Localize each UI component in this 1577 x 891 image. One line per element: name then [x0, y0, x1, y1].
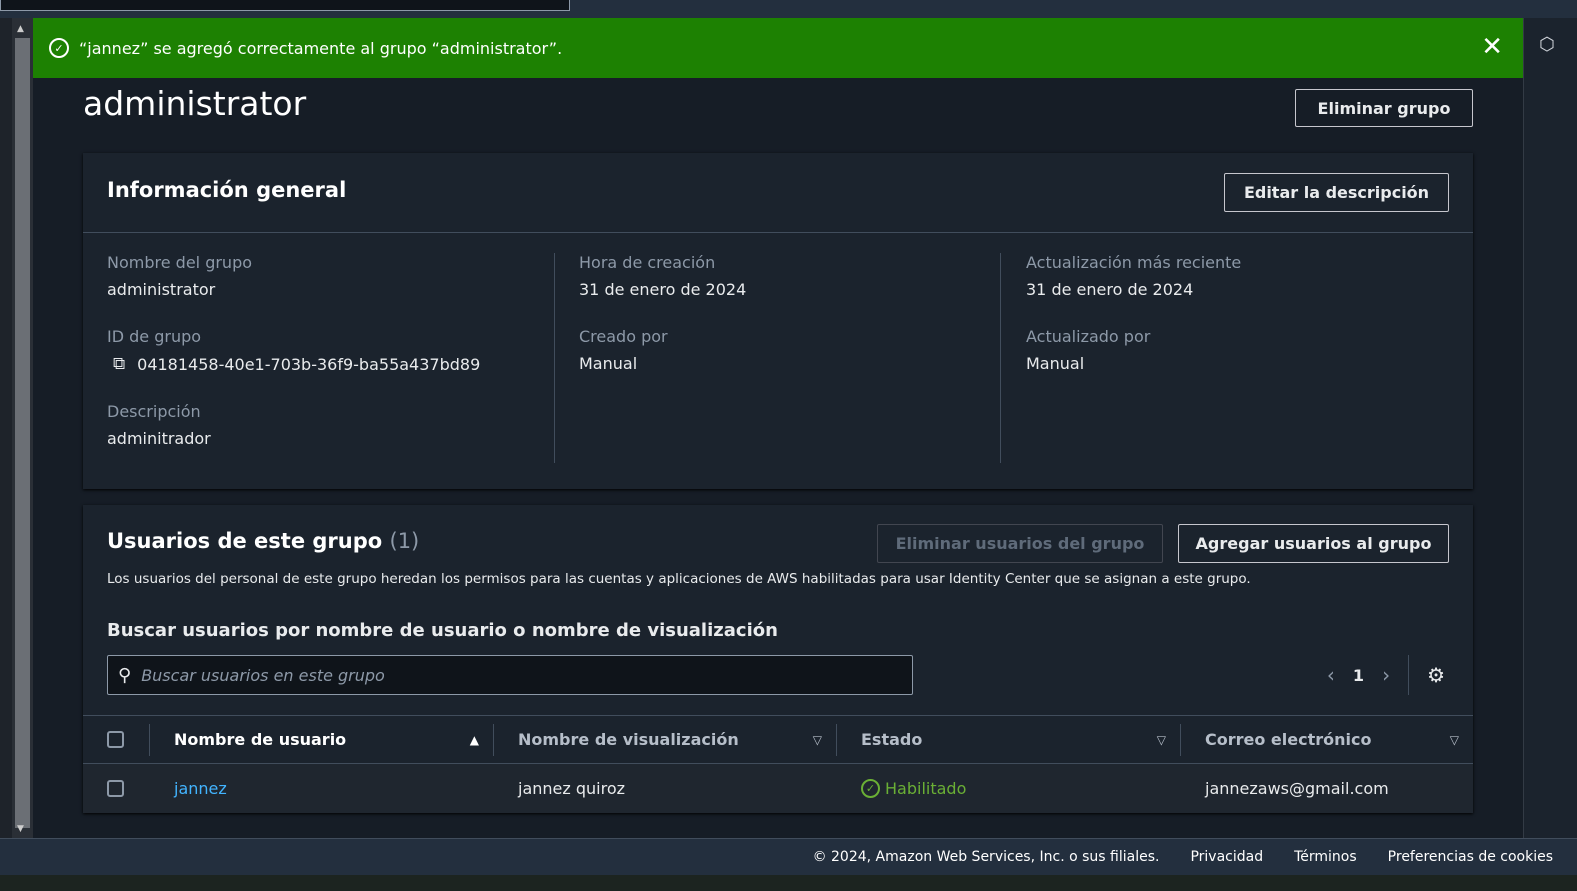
close-icon[interactable]: ✕ [1481, 32, 1503, 62]
flash-message: “jannez” se agregó correctamente al grup… [79, 38, 563, 58]
next-page-icon[interactable]: › [1382, 663, 1390, 687]
table-row: jannez jannez quiroz ✓ Habilitado janneza… [83, 764, 1473, 813]
info-panel-icon[interactable]: ⬡ [1539, 34, 1559, 55]
delete-group-button[interactable]: Eliminar grupo [1295, 89, 1473, 127]
column-username[interactable]: Nombre de usuario ▲ [149, 723, 493, 756]
updated-label: Actualización más reciente [1026, 253, 1242, 272]
column-separator [1000, 253, 1001, 463]
group-name-label: Nombre del grupo [107, 253, 253, 272]
created-by-value: Manual [579, 354, 638, 373]
current-page[interactable]: 1 [1353, 666, 1364, 685]
top-nav-bar [0, 0, 1577, 18]
top-search-input[interactable] [0, 0, 570, 11]
created-label: Hora de creación [579, 253, 716, 272]
scrollbar[interactable]: ▲ ▼ [12, 18, 33, 838]
general-info-title: Información general [107, 178, 347, 202]
sort-icon[interactable]: ▽ [1450, 733, 1459, 747]
prev-page-icon[interactable]: ‹ [1327, 663, 1335, 687]
scroll-down-icon[interactable]: ▼ [17, 824, 24, 834]
pagination: ‹ 1 › ⚙ [1327, 655, 1445, 695]
divider [83, 232, 1473, 233]
column-status[interactable]: Estado ▽ [836, 723, 1180, 756]
status-text: Habilitado [885, 779, 967, 798]
remove-users-button[interactable]: Eliminar usuarios del grupo [877, 524, 1163, 563]
search-box[interactable]: ⚲ [107, 655, 913, 695]
add-users-button[interactable]: Agregar usuarios al grupo [1178, 524, 1449, 563]
info-column-2: Hora de creación 31 de enero de 2024 Cre… [579, 253, 746, 401]
description-label: Descripción [107, 402, 201, 421]
copyright: © 2024, Amazon Web Services, Inc. o sus … [812, 849, 1160, 865]
table-header: Nombre de usuario ▲ Nombre de visualizaci… [83, 715, 1473, 764]
group-users-panel: Usuarios de este grupo (1) Eliminar usua… [83, 505, 1473, 813]
right-tools-rail: ⬡ [1523, 18, 1577, 838]
privacy-link[interactable]: Privacidad [1190, 849, 1263, 865]
gear-icon[interactable]: ⚙ [1427, 663, 1445, 687]
copy-icon[interactable]: ⧉ [113, 354, 125, 374]
edit-description-button[interactable]: Editar la descripción [1224, 173, 1449, 212]
success-check-icon: ✓ [49, 38, 69, 58]
column-label: Correo electrónico [1205, 730, 1372, 749]
users-title: Usuarios de este grupo (1) [107, 529, 419, 553]
column-label: Estado [861, 730, 923, 749]
search-label: Buscar usuarios por nombre de usuario o … [107, 620, 778, 641]
column-label: Nombre de visualización [518, 730, 739, 749]
sort-icon[interactable]: ▽ [1157, 733, 1166, 747]
divider [1408, 655, 1410, 695]
info-column-3: Actualización más reciente 31 de enero d… [1026, 253, 1241, 401]
column-separator [554, 253, 555, 463]
users-description: Los usuarios del personal de este grupo … [107, 571, 1251, 587]
email: jannezaws@gmail.com [1205, 779, 1389, 798]
scroll-up-icon[interactable]: ▲ [17, 24, 24, 34]
description-value: adminitrador [107, 429, 211, 448]
select-all-checkbox[interactable] [107, 731, 124, 748]
group-name-value: administrator [107, 280, 216, 299]
row-checkbox[interactable] [107, 780, 124, 797]
sort-asc-icon[interactable]: ▲ [470, 733, 479, 747]
search-icon: ⚲ [118, 664, 132, 686]
left-edge [0, 18, 12, 838]
terms-link[interactable]: Términos [1294, 849, 1357, 865]
group-id-value: 04181458-40e1-703b-36f9-ba55a437bd89 [137, 354, 481, 374]
display-name: jannez quiroz [518, 779, 626, 798]
search-input[interactable] [141, 665, 842, 685]
column-display-name[interactable]: Nombre de visualización ▽ [493, 723, 836, 756]
taskbar [0, 875, 1577, 891]
success-flash: ✓ “jannez” se agregó correctamente al gr… [33, 18, 1523, 78]
users-count: (1) [389, 529, 420, 553]
info-column-1: Nombre del grupo administrator ID de gru… [107, 253, 480, 476]
status-badge: ✓ Habilitado [861, 779, 966, 798]
column-email[interactable]: Correo electrónico ▽ [1180, 723, 1473, 756]
group-id-label: ID de grupo [107, 327, 202, 346]
sort-icon[interactable]: ▽ [813, 733, 822, 747]
column-label: Nombre de usuario [174, 730, 347, 749]
updated-value: 31 de enero de 2024 [1026, 280, 1194, 299]
username-link[interactable]: jannez [174, 779, 227, 798]
users-title-text: Usuarios de este grupo [107, 529, 383, 553]
created-by-label: Creado por [579, 327, 668, 346]
footer: © 2024, Amazon Web Services, Inc. o sus … [0, 838, 1577, 875]
general-info-panel: Información general Editar la descripció… [83, 153, 1473, 489]
updated-by-value: Manual [1026, 354, 1085, 373]
page-title: administrator [83, 84, 307, 123]
updated-by-label: Actualizado por [1026, 327, 1151, 346]
scroll-thumb[interactable] [15, 38, 30, 828]
check-circle-icon: ✓ [861, 779, 880, 798]
cookie-preferences-link[interactable]: Preferencias de cookies [1388, 849, 1553, 865]
created-value: 31 de enero de 2024 [579, 280, 747, 299]
